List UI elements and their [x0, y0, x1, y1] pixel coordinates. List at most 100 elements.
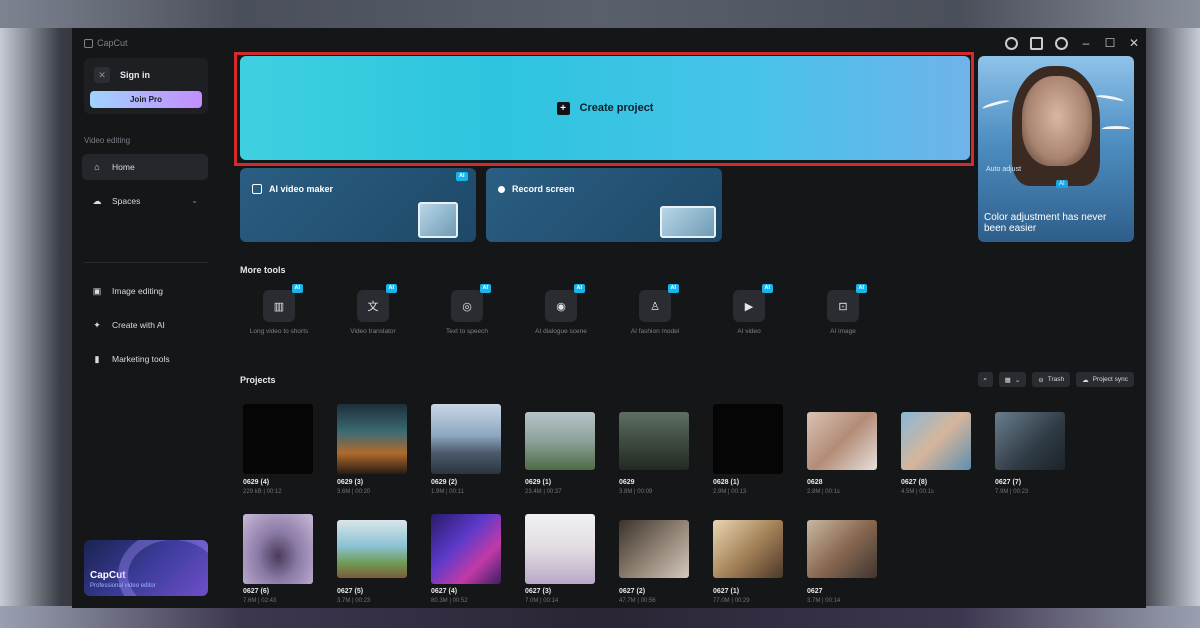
project-thumbnail[interactable] [713, 520, 783, 578]
project-thumbnail[interactable] [901, 412, 971, 470]
tool-ai-video[interactable]: ▶ AI AI video [714, 284, 784, 336]
maximize-icon[interactable]: ☐ [1104, 37, 1116, 50]
tool-text-to-speech[interactable]: ◎ AI Text to speech [432, 284, 502, 336]
sidebar-item-label: Home [112, 162, 135, 172]
project-meta: 2.8M | 00:1s [807, 489, 840, 495]
hero-tag: Auto adjust [986, 166, 1022, 173]
ai-badge: AI [855, 284, 867, 293]
app-name: CapCut [97, 38, 128, 48]
background-blur-bottom [0, 606, 1200, 628]
project-name: 0629 (4) [243, 479, 270, 486]
tool-video-translator[interactable]: 文 AI Video translator [338, 284, 408, 336]
trash-button[interactable]: ⊖ Trash [1032, 372, 1071, 387]
project-thumbnail[interactable] [431, 514, 501, 584]
sidebar-item-label: Spaces [112, 196, 141, 206]
ai-badge: AI [291, 284, 303, 293]
project-thumbnail[interactable] [337, 520, 407, 578]
project-thumbnail[interactable] [243, 514, 313, 584]
bird-shape [981, 98, 1011, 112]
project-sync-button[interactable]: ☁ Project sync [1076, 372, 1134, 387]
ai-badge: AI [1056, 180, 1068, 188]
project-thumbnail[interactable] [807, 412, 877, 470]
record-icon [498, 185, 505, 193]
project-meta: 1.9M | 00:11 [431, 489, 464, 495]
sidebar-item-image-editing[interactable]: ▣ Image editing [82, 278, 208, 304]
chevron-down-icon: ⌄ [191, 196, 198, 205]
speech-icon: ◎ AI [451, 284, 491, 322]
record-screen-card[interactable]: Record screen [486, 168, 722, 242]
ai-badge: AI [385, 284, 397, 293]
project-name: 0629 (3) [337, 479, 364, 486]
home-icon: ⌂ [94, 162, 100, 172]
tool-label: Video translator [350, 328, 396, 335]
project-thumbnail[interactable] [995, 412, 1065, 470]
feature-thumbnail [418, 202, 458, 238]
project-meta: 77.0M | 00:29 [713, 598, 750, 604]
promo-banner[interactable]: CapCut Professional video editor [84, 540, 208, 596]
minimize-icon[interactable]: – [1080, 37, 1092, 50]
avatar-icon: ✕ [94, 67, 110, 83]
sign-in-link[interactable]: Sign in [120, 70, 150, 80]
project-thumbnail[interactable] [525, 412, 595, 470]
ai-badge: AI [456, 172, 468, 181]
project-thumbnail[interactable] [713, 404, 783, 474]
sidebar-item-spaces[interactable]: ☁ Spaces ⌄ [82, 188, 208, 214]
sidebar-item-create-with-ai[interactable]: ✦ Create with AI [82, 312, 208, 338]
project-thumbnail[interactable] [619, 412, 689, 470]
feature-label: AI video maker [269, 184, 334, 194]
project-thumbnail[interactable] [619, 520, 689, 578]
tool-label: Text to speech [446, 328, 488, 335]
project-thumbnail[interactable] [337, 404, 407, 474]
tool-ai-dialogue-scene[interactable]: ◉ AI AI dialogue scene [526, 284, 596, 336]
sidebar-item-label: Marketing tools [112, 354, 170, 364]
settings-icon[interactable] [1055, 37, 1068, 50]
feature-label: Record screen [512, 184, 575, 194]
join-pro-button[interactable]: Join Pro [90, 91, 202, 108]
hero-banner[interactable]: Auto adjust AI Color adjustment has neve… [978, 56, 1134, 242]
tool-long-video-to-shorts[interactable]: ▥ AI Long video to shorts [244, 284, 314, 336]
ai-video-maker-card[interactable]: AI video maker AI [240, 168, 476, 242]
translate-icon: 文 AI [357, 284, 397, 322]
close-icon[interactable]: ✕ [1128, 37, 1140, 50]
globe-icon[interactable] [1005, 37, 1018, 50]
tool-label: AI image [830, 328, 856, 335]
search-icon[interactable]: ⌕ [977, 372, 993, 387]
tool-label: Long video to shorts [249, 328, 309, 335]
tool-label: AI video [737, 328, 761, 335]
project-meta: 3.6M | 00:20 [337, 489, 371, 495]
project-name: 0627 (1) [713, 588, 740, 595]
create-project-button[interactable]: + Create project [240, 56, 970, 160]
image-gen-icon: ⊡ AI [827, 284, 867, 322]
sidebar-section-label: Video editing [84, 136, 131, 145]
feedback-icon[interactable] [1030, 37, 1043, 50]
project-meta: 7.6M | 02:43 [243, 598, 277, 604]
project-meta: 4.5M | 00:1s [901, 489, 934, 495]
promo-title: CapCut [90, 570, 126, 581]
ai-badge: AI [667, 284, 679, 293]
project-name: 0628 (1) [713, 479, 740, 486]
sparkle-icon: ✦ [93, 319, 101, 330]
project-thumbnail[interactable] [807, 520, 877, 578]
sign-in-row[interactable]: ✕ Sign in [94, 67, 150, 83]
ai-badge: AI [761, 284, 773, 293]
bird-shape [1102, 126, 1130, 132]
project-thumbnail[interactable] [243, 404, 313, 474]
project-name: 0629 (1) [525, 479, 552, 486]
create-project-label: Create project [579, 102, 654, 114]
project-meta: 23.4M | 00:37 [525, 489, 562, 495]
sidebar-item-home[interactable]: ⌂ Home [82, 154, 208, 180]
tool-ai-image[interactable]: ⊡ AI AI image [808, 284, 878, 336]
tool-ai-fashion-model[interactable]: ♙ AI AI fashion model [620, 284, 690, 336]
cloud-icon: ☁ [92, 195, 102, 206]
dialogue-icon: ◉ AI [545, 284, 585, 322]
view-toggle-button[interactable]: ▦ ⌄ [998, 372, 1027, 387]
capcut-logo-icon [84, 38, 93, 48]
project-thumbnail[interactable] [431, 404, 501, 474]
project-thumbnail[interactable] [525, 514, 595, 584]
sidebar-item-marketing-tools[interactable]: ▮ Marketing tools [82, 346, 208, 372]
project-meta: 80.3M | 00:52 [431, 598, 468, 604]
project-name: 0627 (5) [337, 588, 364, 595]
project-meta: 3.7M | 00:23 [337, 598, 371, 604]
project-meta: 7.9M | 00:23 [995, 489, 1029, 495]
hero-text: Color adjustment has never been easier [984, 212, 1107, 234]
